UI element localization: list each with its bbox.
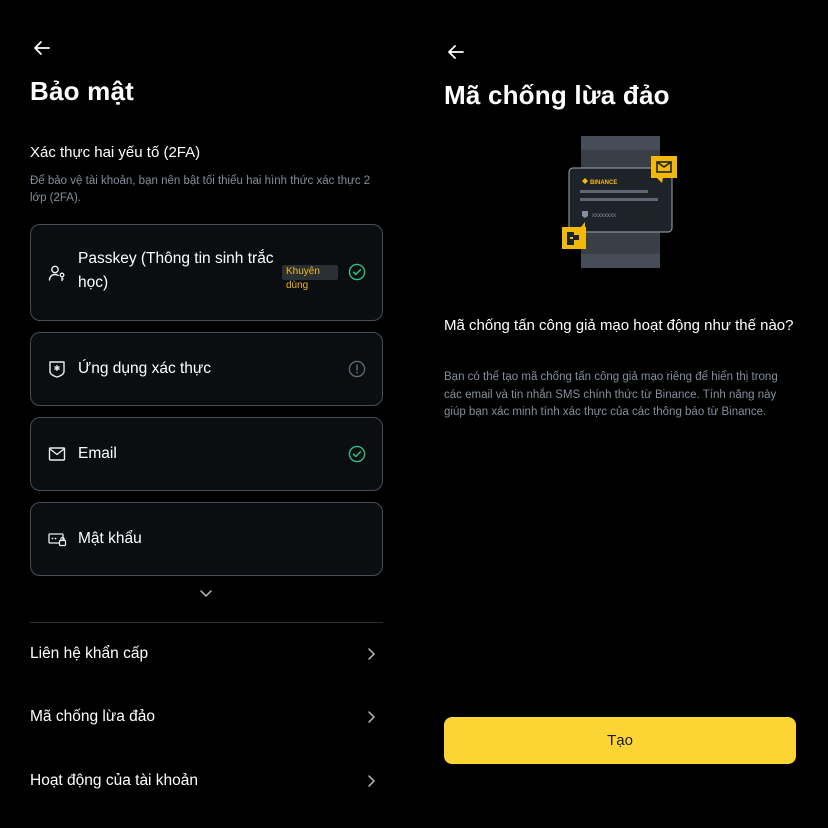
row-anti-phishing-code[interactable]: Mã chống lừa đảo: [30, 703, 383, 731]
svg-text:BINANCE: BINANCE: [590, 180, 617, 186]
back-arrow-icon[interactable]: [30, 36, 54, 60]
passkey-icon: [47, 263, 67, 283]
method-card-authenticator[interactable]: Ứng dụng xác thực: [30, 332, 383, 406]
check-circle-icon: [348, 445, 366, 463]
anti-phishing-illustration: BINANCE xxxxxxxx: [559, 132, 689, 272]
section-title: Xác thực hai yếu tố (2FA): [30, 144, 201, 161]
section-description: Để bảo vệ tài khoản, bạn nên bật tối thi…: [30, 175, 371, 204]
chevron-right-icon: [363, 646, 379, 662]
method-label: Email: [78, 445, 117, 462]
method-label: Ứng dụng xác thực: [78, 360, 212, 377]
page-title: Bảo mật: [30, 76, 134, 106]
create-button[interactable]: Tạo: [444, 717, 796, 764]
faq-answer: Bạn có thể tạo mã chống tấn công giả mạo…: [444, 371, 778, 418]
row-label: Liên hệ khẩn cấp: [30, 645, 149, 662]
check-circle-icon: [348, 263, 366, 281]
method-card-email[interactable]: Email: [30, 417, 383, 491]
chevron-down-icon[interactable]: [198, 585, 214, 601]
row-label: Mã chống lừa đảo: [30, 708, 155, 725]
anti-phishing-screen: Mã chống lừa đảo BINANCE xxxxxxxx Mã chố…: [414, 0, 828, 828]
row-emergency-contact[interactable]: Liên hệ khẩn cấp: [30, 640, 383, 668]
method-card-password[interactable]: Mật khẩu: [30, 502, 383, 576]
method-label: Mật khẩu: [78, 530, 142, 547]
divider: [30, 622, 383, 623]
method-card-passkey[interactable]: Passkey (Thông tin sinh trắc học) Khuyên…: [30, 224, 383, 321]
chevron-right-icon: [363, 773, 379, 789]
row-label: Hoạt động của tài khoản: [30, 772, 199, 789]
email-icon: [47, 444, 67, 464]
row-account-activity[interactable]: Hoạt động của tài khoản: [30, 767, 383, 795]
back-arrow-icon[interactable]: [444, 40, 468, 64]
authenticator-icon: [47, 359, 67, 379]
svg-text:xxxxxxxx: xxxxxxxx: [592, 213, 616, 219]
chevron-right-icon: [363, 709, 379, 725]
password-icon: [47, 529, 67, 549]
page-title: Mã chống lừa đảo: [444, 80, 670, 110]
faq-question: Mã chống tấn công giả mạo hoạt động như …: [444, 317, 794, 334]
method-label: Passkey (Thông tin sinh trắc học): [78, 250, 274, 291]
recommended-badge: Khuyên dùng: [282, 265, 338, 291]
security-screen: Bảo mật Xác thực hai yếu tố (2FA) Để bảo…: [0, 0, 414, 828]
info-circle-icon: [348, 360, 366, 378]
